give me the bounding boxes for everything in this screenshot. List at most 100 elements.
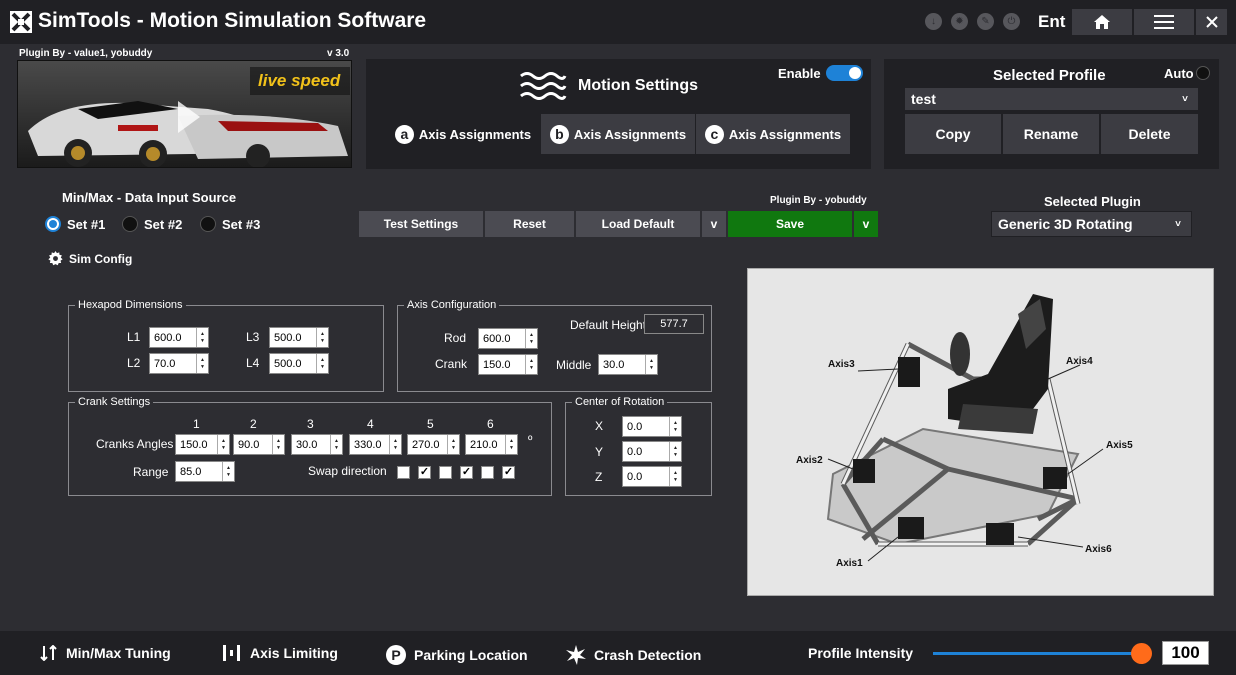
crank-angle-2-input[interactable]: 90.0 ▲ ▼: [233, 434, 285, 455]
intensity-value-field[interactable]: 100: [1162, 641, 1209, 665]
svg-text:live speed: live speed: [258, 71, 341, 90]
spin-arrows-icon[interactable]: ▲ ▼: [316, 354, 328, 373]
enable-toggle[interactable]: [826, 65, 863, 81]
minmax-tuning-button[interactable]: Min/Max Tuning: [40, 645, 171, 661]
download-icon[interactable]: ↓: [925, 13, 942, 30]
l4-input[interactable]: 500.0 ▲ ▼: [269, 353, 329, 374]
home-button[interactable]: [1071, 8, 1133, 36]
degree-symbol: º: [528, 433, 533, 447]
axis-assignments-c-button[interactable]: c Axis Assignments: [696, 114, 850, 154]
save-dropdown-button[interactable]: v: [854, 211, 878, 237]
game-logo: live speed: [250, 67, 350, 95]
z-input[interactable]: 0.0 ▲ ▼: [622, 466, 682, 487]
rod-label: Rod: [444, 331, 467, 345]
plugin-dropdown[interactable]: Generic 3D Rotating ˅: [991, 211, 1192, 237]
plugin-thumbnail[interactable]: live speed: [17, 60, 352, 168]
spin-arrows-icon[interactable]: ▲ ▼: [645, 355, 657, 374]
spin-arrows-icon[interactable]: ▲ ▼: [669, 442, 681, 461]
crank-col-6: 6: [487, 417, 494, 431]
crank-angle-4-input[interactable]: 330.0 ▲ ▼: [349, 434, 402, 455]
delete-button[interactable]: Delete: [1101, 114, 1198, 154]
chevron-down-icon: ˅: [1175, 218, 1181, 230]
rename-button[interactable]: Rename: [1003, 114, 1099, 154]
range-input[interactable]: 85.0 ▲ ▼: [175, 461, 235, 482]
set1-radio[interactable]: [45, 216, 61, 232]
spin-arrows-icon[interactable]: ▲ ▼: [217, 435, 229, 454]
copy-button[interactable]: Copy: [905, 114, 1001, 154]
sim-config-link[interactable]: Sim Config: [48, 251, 132, 266]
spin-arrows-icon[interactable]: ▲ ▼: [389, 435, 401, 454]
burst-icon[interactable]: ✹: [951, 13, 968, 30]
axis-assignments-a-button[interactable]: a Axis Assignments: [386, 114, 540, 154]
swap-6-checkbox[interactable]: ✓: [502, 466, 515, 479]
middle-input[interactable]: 30.0 ▲ ▼: [598, 354, 658, 375]
spin-arrows-icon[interactable]: ▲ ▼: [669, 417, 681, 436]
axis-assignments-b-button[interactable]: b Axis Assignments: [541, 114, 695, 154]
swap-2-checkbox[interactable]: ✓: [418, 466, 431, 479]
power-icon[interactable]: ⏻: [1003, 13, 1020, 30]
l1-input[interactable]: 600.0 ▲ ▼: [149, 327, 209, 348]
set2-radio[interactable]: [122, 216, 138, 232]
language-label[interactable]: Ent: [1038, 12, 1065, 32]
rod-input[interactable]: 600.0 ▲ ▼: [478, 328, 538, 349]
swap-5-checkbox[interactable]: [481, 466, 494, 479]
crank-input[interactable]: 150.0 ▲ ▼: [478, 354, 538, 375]
load-default-button[interactable]: Load Default: [576, 211, 700, 237]
set3-radio[interactable]: [200, 216, 216, 232]
edit-icon[interactable]: ✎: [977, 13, 994, 30]
crank-col-3: 3: [307, 417, 314, 431]
menu-button[interactable]: [1133, 8, 1195, 36]
crank-angle-3-input[interactable]: 30.0 ▲ ▼: [291, 434, 343, 455]
crash-detection-button[interactable]: Crash Detection: [566, 645, 701, 665]
spin-arrows-icon[interactable]: ▲ ▼: [330, 435, 342, 454]
x-label: X: [595, 419, 604, 433]
axis1-label: Axis1: [836, 558, 863, 569]
hamburger-icon: [1154, 15, 1174, 29]
save-button[interactable]: Save: [728, 211, 852, 237]
intensity-slider-thumb[interactable]: [1131, 643, 1152, 664]
simtools-logo-icon: [10, 11, 32, 33]
l4-label: L4: [246, 356, 260, 370]
y-label: Y: [595, 445, 604, 459]
l2-value: 70.0: [154, 357, 176, 370]
parking-location-button[interactable]: P Parking Location: [386, 645, 528, 665]
letter-b-icon: b: [549, 124, 569, 144]
swap-4-checkbox[interactable]: ✓: [460, 466, 473, 479]
spin-arrows-icon[interactable]: ▲ ▼: [316, 328, 328, 347]
auto-radio[interactable]: [1196, 66, 1210, 80]
y-input[interactable]: 0.0 ▲ ▼: [622, 441, 682, 462]
axis-limiting-label: Axis Limiting: [250, 645, 338, 661]
spin-arrows-icon[interactable]: ▲ ▼: [525, 329, 537, 348]
enable-label: Enable: [778, 66, 821, 81]
platform-preview: Axis1 Axis2 Axis3 Axis4 Axis5 Axis6: [747, 268, 1214, 596]
swap-3-checkbox[interactable]: [439, 466, 452, 479]
intensity-slider-track[interactable]: [933, 652, 1141, 655]
crank-angle-6-input[interactable]: 210.0 ▲ ▼: [465, 434, 518, 455]
swap-1-checkbox[interactable]: [397, 466, 410, 479]
l2-input[interactable]: 70.0 ▲ ▼: [149, 353, 209, 374]
spin-arrows-icon[interactable]: ▲ ▼: [505, 435, 517, 454]
spin-arrows-icon[interactable]: ▲ ▼: [669, 467, 681, 486]
close-button[interactable]: [1195, 8, 1228, 36]
axis-limiting-button[interactable]: Axis Limiting: [222, 645, 338, 661]
input-source-label: Min/Max - Data Input Source: [62, 190, 237, 205]
l3-input[interactable]: 500.0 ▲ ▼: [269, 327, 329, 348]
spin-arrows-icon[interactable]: ▲ ▼: [196, 328, 208, 347]
spin-arrows-icon[interactable]: ▲ ▼: [272, 435, 284, 454]
spin-arrows-icon[interactable]: ▲ ▼: [222, 462, 234, 481]
test-settings-button[interactable]: Test Settings: [359, 211, 483, 237]
set3-label: Set #3: [222, 217, 261, 232]
x-input[interactable]: 0.0 ▲ ▼: [622, 416, 682, 437]
load-default-dropdown-button[interactable]: v: [702, 211, 726, 237]
spin-arrows-icon[interactable]: ▲ ▼: [196, 354, 208, 373]
z-label: Z: [595, 470, 603, 484]
crank-angle-1-input[interactable]: 150.0 ▲ ▼: [175, 434, 230, 455]
reset-button[interactable]: Reset: [485, 211, 574, 237]
profile-dropdown[interactable]: test ˅: [904, 87, 1199, 111]
crash-burst-icon: [566, 645, 586, 665]
parking-icon: P: [386, 645, 406, 665]
crank-angle-5-input[interactable]: 270.0 ▲ ▼: [407, 434, 460, 455]
toggle-knob: [849, 67, 861, 79]
spin-arrows-icon[interactable]: ▲ ▼: [447, 435, 459, 454]
spin-arrows-icon[interactable]: ▲ ▼: [525, 355, 537, 374]
